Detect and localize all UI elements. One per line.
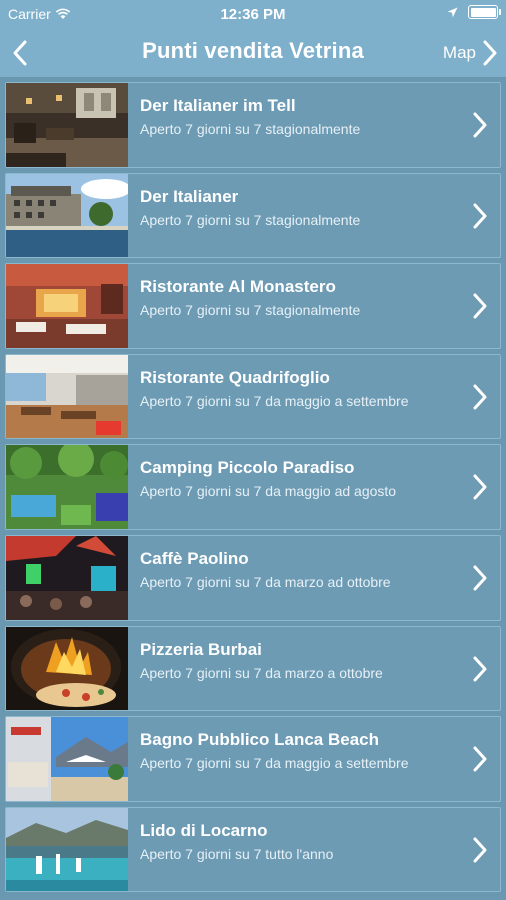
store-name: Der Italianer im Tell bbox=[140, 96, 296, 115]
map-button-label: Map bbox=[442, 43, 476, 62]
thumbnail-restaurant-interior bbox=[6, 83, 128, 167]
store-name: Ristorante Quadrifoglio bbox=[140, 367, 330, 387]
store-name: Caffè Paolino bbox=[140, 548, 249, 568]
list-item-info: Caffè Paolino Aperto 7 giorni su 7 da ma… bbox=[128, 536, 500, 620]
store-name: Lido di Locarno bbox=[140, 820, 268, 840]
thumbnail-lakeside-building bbox=[6, 173, 128, 258]
thumbnail-pizza-oven bbox=[6, 626, 128, 711]
list-item-info: Camping Piccolo Paradiso Aperto 7 giorni… bbox=[128, 445, 500, 529]
list-item-info: Ristorante Quadrifoglio Aperto 7 giorni … bbox=[128, 355, 500, 439]
page-title: Punti vendita Vetrina bbox=[142, 38, 364, 63]
list-item-info: Lido di Locarno Aperto 7 giorni su 7 tut… bbox=[128, 808, 500, 892]
list-item-info: Pizzeria Burbai Aperto 7 giorni su 7 da … bbox=[128, 627, 500, 711]
map-button[interactable]: Map bbox=[443, 38, 498, 68]
store-hours: Aperto 7 giorni su 7 tutto l'anno bbox=[140, 845, 334, 862]
thumbnail-restaurant-dining-room bbox=[6, 264, 128, 348]
store-hours: Aperto 7 giorni su 7 da marzo ad ottobre bbox=[140, 573, 391, 590]
store-hours: Aperto 7 giorni su 7 stagionalmente bbox=[140, 121, 361, 137]
store-name: Der Italianer bbox=[140, 186, 239, 206]
list-item-info: Ristorante Al Monastero Aperto 7 giorni … bbox=[128, 264, 500, 348]
chevron-right-icon bbox=[473, 837, 487, 863]
store-hours: Aperto 7 giorni su 7 da marzo a ottobre bbox=[140, 664, 383, 681]
store-hours: Aperto 7 giorni su 7 da maggio ad agosto bbox=[140, 483, 397, 500]
list-item[interactable]: Camping Piccolo Paradiso Aperto 7 giorni… bbox=[5, 444, 501, 530]
chevron-right-icon bbox=[473, 656, 487, 682]
chevron-right-icon bbox=[473, 112, 487, 138]
chevron-right-icon bbox=[473, 565, 487, 591]
store-name: Camping Piccolo Paradiso bbox=[140, 458, 355, 478]
store-hours: Aperto 7 giorni su 7 stagionalmente bbox=[140, 302, 361, 319]
list-item[interactable]: Ristorante Quadrifoglio Aperto 7 giorni … bbox=[5, 353, 501, 440]
thumbnail-camping-pool bbox=[6, 445, 128, 529]
battery-icon bbox=[468, 5, 501, 19]
list-item[interactable]: Caffè Paolino Aperto 7 giorni su 7 da ma… bbox=[5, 534, 501, 621]
store-name: Ristorante Al Monastero bbox=[140, 277, 336, 297]
store-list: Der Italianer im Tell Aperto 7 giorni su… bbox=[0, 78, 506, 900]
navigation-bar: Punti vendita Vetrina Map bbox=[0, 28, 506, 78]
store-hours: Aperto 7 giorni su 7 da maggio a settemb… bbox=[140, 392, 409, 409]
chevron-right-icon bbox=[473, 746, 487, 772]
status-bar: Carrier 12:36 PM bbox=[0, 0, 506, 28]
list-item[interactable]: Der Italianer Aperto 7 giorni su 7 stagi… bbox=[5, 172, 501, 259]
store-name: Bagno Pubblico Lanca Beach bbox=[140, 730, 379, 750]
list-item-info: Der Italianer Aperto 7 giorni su 7 stagi… bbox=[128, 174, 500, 258]
thumbnail-lido-pool bbox=[6, 807, 128, 892]
screen: Carrier 12:36 PM Punti vendita Vetrina M… bbox=[0, 0, 506, 900]
list-item[interactable]: Lido di Locarno Aperto 7 giorni su 7 tut… bbox=[5, 806, 501, 893]
list-item[interactable]: Ristorante Al Monastero Aperto 7 giorni … bbox=[5, 263, 501, 349]
store-hours: Aperto 7 giorni su 7 stagionalmente bbox=[140, 211, 361, 228]
list-item-info: Der Italianer im Tell Aperto 7 giorni su… bbox=[128, 83, 500, 167]
clock: 12:36 PM bbox=[220, 6, 286, 23]
chevron-right-icon bbox=[473, 474, 487, 500]
store-hours: Aperto 7 giorni su 7 da maggio a settemb… bbox=[140, 755, 409, 772]
list-item-info: Bagno Pubblico Lanca Beach Aperto 7 gior… bbox=[128, 717, 500, 801]
thumbnail-cafe-terrace-night bbox=[6, 535, 128, 620]
chevron-right-icon bbox=[473, 384, 487, 410]
list-item[interactable]: Bagno Pubblico Lanca Beach Aperto 7 gior… bbox=[5, 716, 501, 802]
chevron-right-icon bbox=[473, 293, 487, 319]
thumbnail-beach bbox=[6, 717, 128, 801]
thumbnail-restaurant-hall bbox=[6, 354, 128, 439]
store-name: Pizzeria Burbai bbox=[140, 639, 262, 659]
location-arrow-icon bbox=[447, 7, 458, 17]
chevron-right-icon bbox=[483, 40, 497, 66]
list-item[interactable]: Pizzeria Burbai Aperto 7 giorni su 7 da … bbox=[5, 625, 501, 712]
status-right bbox=[447, 5, 501, 19]
chevron-right-icon bbox=[473, 203, 487, 229]
list-item[interactable]: Der Italianer im Tell Aperto 7 giorni su… bbox=[5, 82, 501, 168]
